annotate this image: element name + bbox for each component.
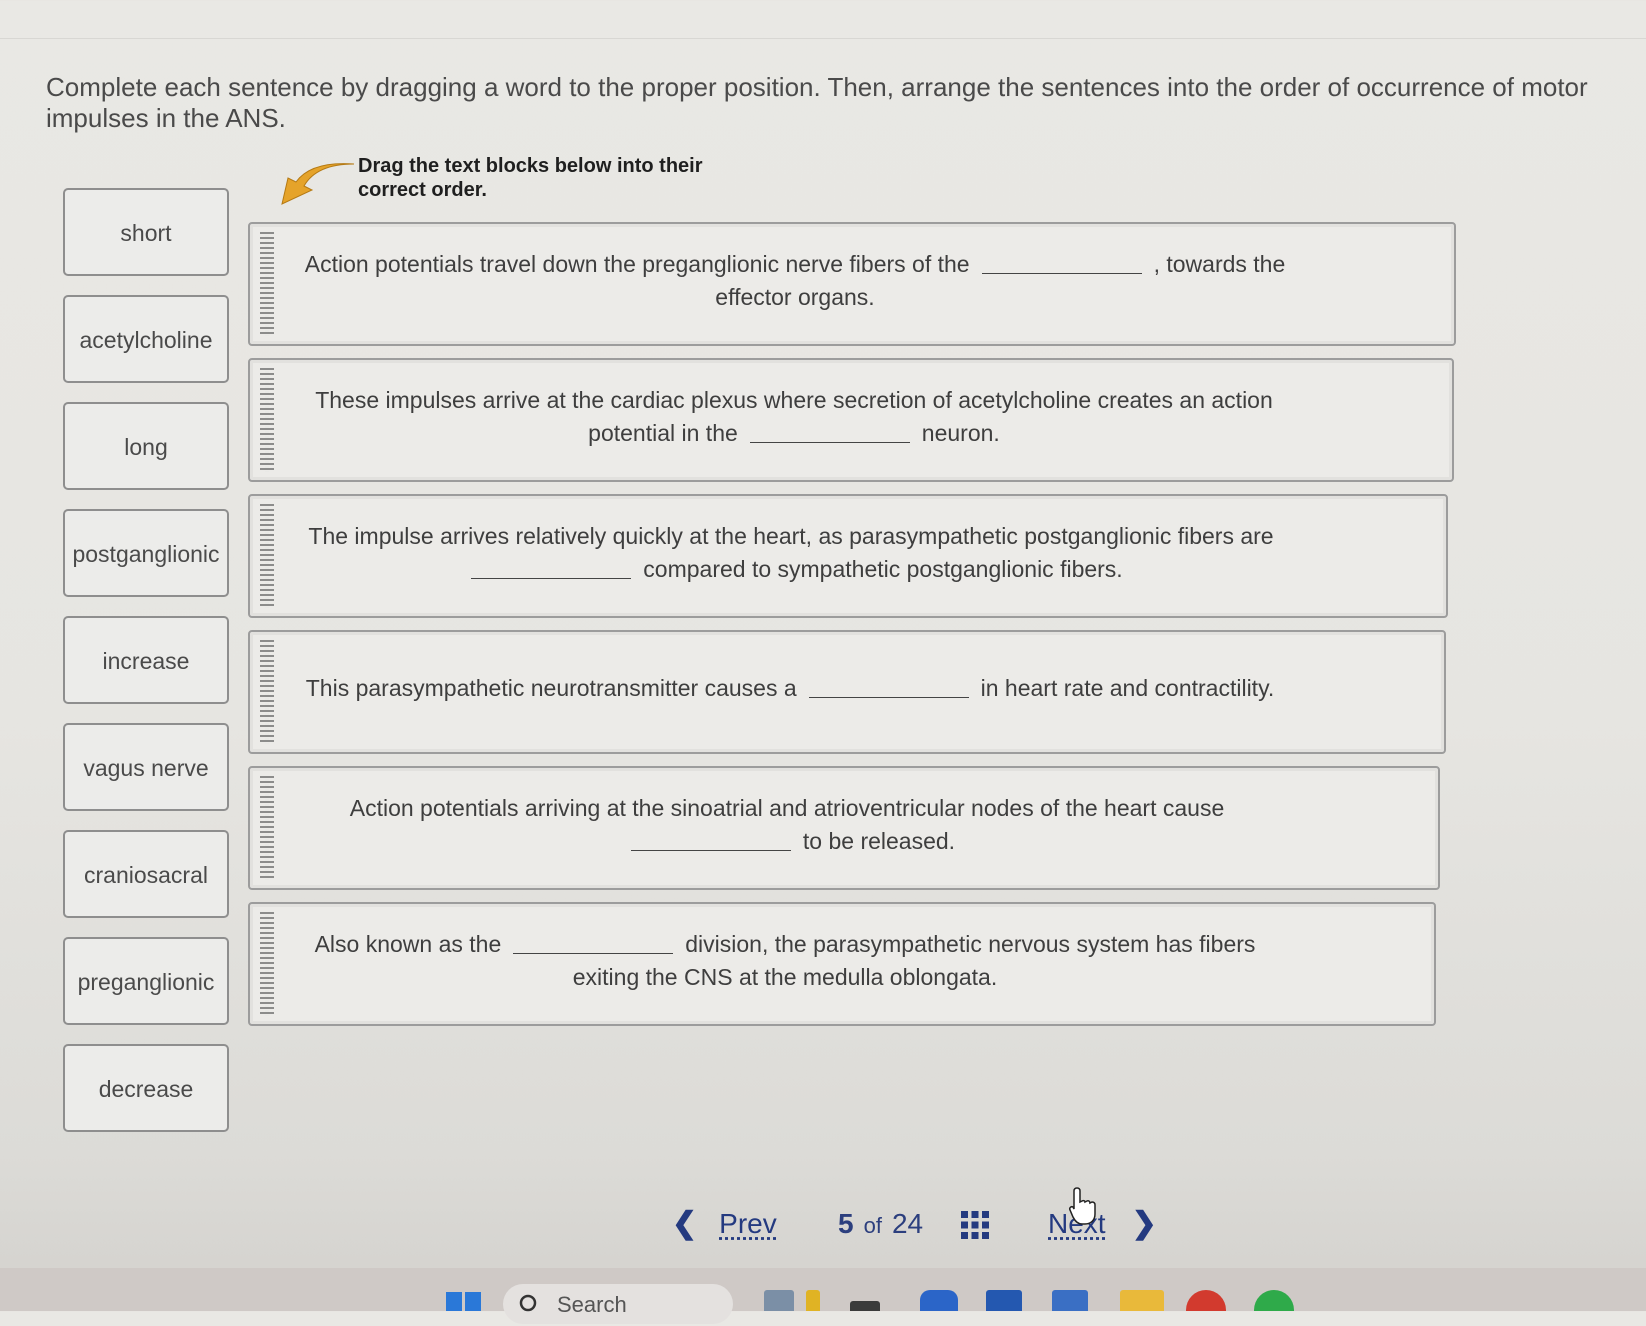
drag-hint: Drag the text blocks below into their co…	[358, 155, 703, 201]
word-tile-acetylcholine[interactable]: acetylcholine	[63, 295, 229, 383]
total-pages: 24	[891, 1208, 924, 1239]
word-tile-vagus-nerve[interactable]: vagus nerve	[63, 723, 229, 811]
drag-handle-icon[interactable]	[260, 912, 274, 1016]
browser-app-icon[interactable]	[1186, 1290, 1226, 1311]
word-label: long	[124, 434, 168, 460]
sentence-text: The impulse arrives relatively quickly a…	[308, 523, 1274, 582]
app-icon[interactable]	[1254, 1290, 1294, 1311]
pagination-bar: ❮ Prev 5 of 24 Next ❯	[0, 1204, 1646, 1248]
sentence-block-2[interactable]: These impulses arrive at the cardiac ple…	[248, 358, 1454, 482]
word-label: postganglionic	[72, 541, 220, 567]
sentence-text: These impulses arrive at the cardiac ple…	[315, 387, 1273, 446]
sentence-block-6[interactable]: Also known as the division, the parasympa…	[248, 902, 1436, 1026]
sentence-text: Action potentials travel down the pregan…	[304, 251, 1286, 310]
instructions: Complete each sentence by dragging a wor…	[46, 72, 1588, 133]
sentence-text: Action potentials arriving at the sinoat…	[349, 795, 1225, 854]
sentence-block-1[interactable]: Action potentials travel down the pregan…	[248, 222, 1456, 346]
chevron-left-icon: ❮	[672, 1207, 698, 1240]
blank-drop-zone[interactable]	[749, 420, 910, 443]
drag-handle-icon[interactable]	[260, 368, 274, 472]
word-label: decrease	[98, 1076, 194, 1102]
drag-handle-icon[interactable]	[260, 640, 274, 744]
glasses-app-icon[interactable]	[764, 1290, 794, 1311]
word-label: acetylcholine	[79, 327, 213, 353]
word-tile-decrease[interactable]: decrease	[63, 1044, 229, 1132]
blank-drop-zone[interactable]	[981, 251, 1142, 274]
word-tile-craniosacral[interactable]: craniosacral	[63, 830, 229, 918]
word-tile-postganglionic[interactable]: postganglionic	[63, 509, 229, 597]
sentence-block-4[interactable]: This parasympathetic neurotransmitter ca…	[248, 630, 1446, 754]
sentence-block-5[interactable]: Action potentials arriving at the sinoat…	[248, 766, 1440, 890]
word-label: craniosacral	[84, 862, 208, 888]
app-icon[interactable]	[806, 1290, 820, 1311]
word-tile-preganglionic[interactable]: preganglionic	[63, 937, 229, 1025]
grid-icon[interactable]	[960, 1210, 990, 1240]
arrow-icon	[281, 163, 355, 205]
word-tile-increase[interactable]: increase	[63, 616, 229, 704]
page-of: of	[863, 1213, 882, 1238]
sentence-text: This parasympathetic neurotransmitter ca…	[305, 675, 1275, 701]
mail-app-icon[interactable]	[920, 1290, 958, 1311]
top-divider	[0, 38, 1646, 39]
prev-label: Prev	[719, 1208, 777, 1239]
blank-drop-zone[interactable]	[630, 828, 791, 851]
current-page: 5	[838, 1208, 854, 1239]
taskbar: Search	[0, 1268, 1646, 1324]
drag-handle-icon[interactable]	[260, 232, 274, 336]
blank-drop-zone[interactable]	[471, 556, 632, 579]
blank-drop-zone[interactable]	[808, 675, 969, 698]
store-app-icon[interactable]	[1052, 1290, 1088, 1311]
app-icon[interactable]	[850, 1301, 880, 1311]
word-tile-long[interactable]: long	[63, 402, 229, 490]
word-tile-short[interactable]: short	[63, 188, 229, 276]
hand-cursor-icon	[1069, 1187, 1096, 1225]
drag-handle-icon[interactable]	[260, 776, 274, 880]
chevron-right-icon: ❯	[1131, 1207, 1157, 1240]
prev-button[interactable]: ❮ Prev	[672, 1204, 777, 1244]
page-counter: 5 of 24	[838, 1208, 923, 1240]
folder-app-icon[interactable]	[1120, 1290, 1164, 1311]
drag-handle-icon[interactable]	[260, 504, 274, 608]
word-label: increase	[102, 648, 190, 674]
word-label: short	[120, 220, 172, 246]
taskbar-search[interactable]: Search	[503, 1284, 733, 1324]
sentence-block-3[interactable]: The impulse arrives relatively quickly a…	[248, 494, 1448, 618]
search-placeholder: Search	[557, 1292, 627, 1317]
word-label: vagus nerve	[83, 755, 209, 781]
next-button[interactable]: Next ❯	[1048, 1204, 1157, 1244]
sentence-text: Also known as the division, the parasympa…	[314, 931, 1256, 990]
windows-logo-icon[interactable]	[446, 1290, 482, 1311]
word-label: preganglionic	[77, 969, 215, 995]
search-icon	[519, 1294, 537, 1312]
blank-drop-zone[interactable]	[513, 931, 674, 954]
app-icon[interactable]	[986, 1290, 1022, 1311]
